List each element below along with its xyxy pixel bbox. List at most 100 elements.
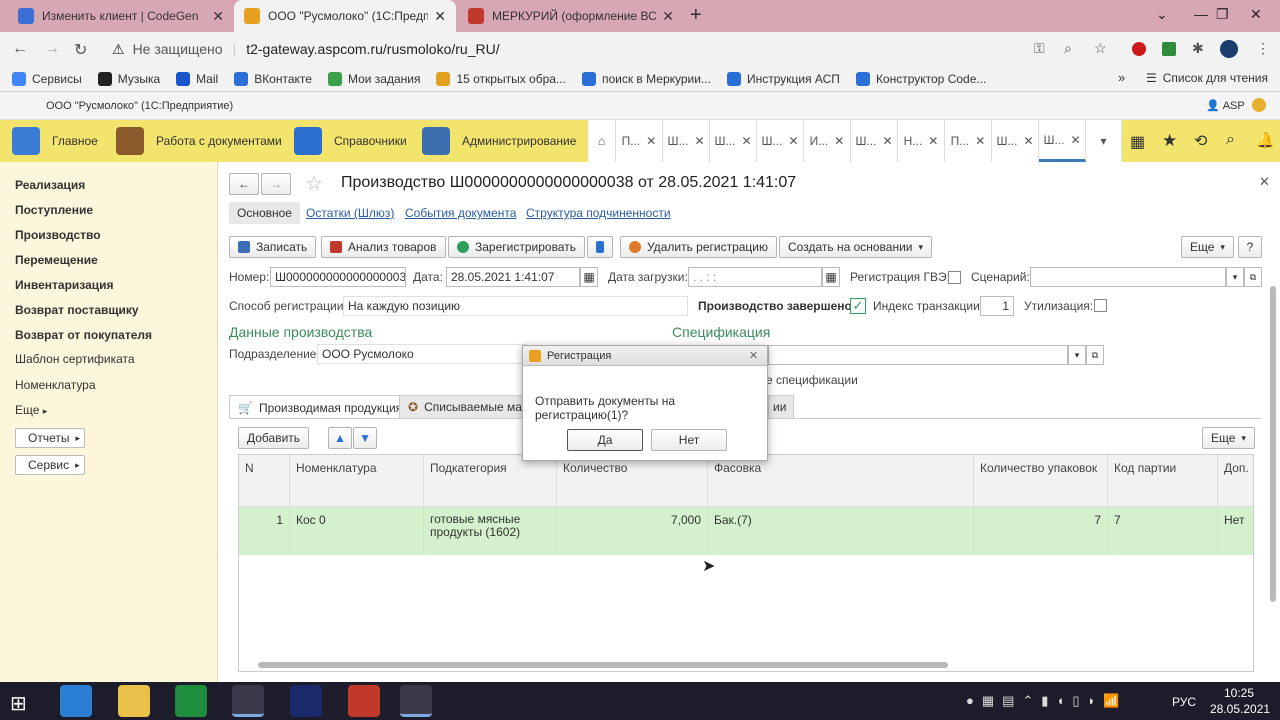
open-tab[interactable]: Ш... ✕	[663, 120, 710, 162]
browser-tab-1c[interactable]: ООО "Русмолоко" (1С:Предпри ✕	[234, 0, 456, 32]
chevron-down-icon[interactable]: ▾	[1226, 267, 1244, 287]
chrome-icon[interactable]	[232, 685, 264, 717]
table-cell-quantity[interactable]: 7,000	[557, 507, 708, 555]
tab-gateway-balances[interactable]: Остатки (Шлюз)	[306, 206, 394, 220]
close-icon[interactable]: ✕	[1070, 133, 1080, 147]
open-tab[interactable]: Ш... ✕	[851, 120, 898, 162]
open-tab[interactable]: П... ✕	[945, 120, 992, 162]
table-more-button[interactable]: Еще ▾	[1202, 427, 1255, 449]
horizontal-scrollbar[interactable]	[258, 662, 948, 668]
bookmark-vk[interactable]: ВКонтакте	[234, 71, 312, 86]
file-explorer-icon[interactable]	[118, 685, 150, 717]
dialog-close-icon[interactable]: ✕	[749, 349, 758, 362]
sidebar-item-transfer[interactable]: Перемещение	[15, 253, 98, 267]
history-forward-button[interactable]: →	[261, 173, 291, 195]
prod-done-checkbox[interactable]: ✓	[850, 298, 866, 314]
open-tab[interactable]: П... ✕	[616, 120, 663, 162]
history-back-button[interactable]: ←	[229, 173, 259, 195]
help-button[interactable]: ?	[1238, 236, 1262, 258]
close-icon[interactable]: ✕	[882, 134, 892, 148]
bookmark-mercury-search[interactable]: поиск в Меркурии...	[581, 71, 711, 86]
sidebar-item-production[interactable]: Производство	[15, 228, 101, 242]
column-header-nomenclature[interactable]: Номенклатура	[290, 455, 424, 507]
open-tab[interactable]: Ш... ✕	[757, 120, 804, 162]
obs-icon[interactable]	[400, 685, 432, 717]
avatar[interactable]	[1220, 40, 1238, 58]
gve-checkbox[interactable]	[948, 271, 961, 284]
close-icon[interactable]: ✕	[694, 134, 704, 148]
forward-icon[interactable]: →	[44, 40, 60, 58]
form-close-icon[interactable]: ✕	[1259, 174, 1270, 190]
save-button[interactable]: Записать	[229, 236, 317, 258]
bookmark-tasks[interactable]: Мои задания	[327, 71, 420, 86]
reg-method-field[interactable]: На каждую позицию	[343, 296, 688, 316]
sidebar-item-certificate-template[interactable]: Шаблон сертификата	[15, 352, 135, 366]
open-tab[interactable]: И... ✕	[804, 120, 851, 162]
maximize-icon[interactable]: ❐	[1216, 6, 1229, 23]
new-tab-icon[interactable]: +	[690, 4, 702, 27]
tab-other[interactable]: ии	[768, 395, 794, 419]
bookmark-services[interactable]: Сервисы	[12, 71, 82, 86]
print-button[interactable]	[587, 236, 613, 258]
tray-icons[interactable]: ●▦▤⌃▮◖▯◗📶	[966, 693, 1128, 709]
sidebar-item-return-customer[interactable]: Возврат от покупателя	[15, 328, 152, 342]
move-down-button[interactable]: ▼	[353, 427, 377, 449]
table-cell-n[interactable]: 1	[239, 507, 290, 555]
table-cell-nomenclature[interactable]: Кос 0	[290, 507, 424, 555]
close-icon[interactable]: ✕	[1023, 134, 1033, 148]
table-cell-subcategory[interactable]: готовые мясные продукты (1602)	[424, 507, 557, 555]
table-cell-extra[interactable]: Нет	[1218, 507, 1253, 555]
section-main[interactable]: Главное	[12, 120, 98, 162]
close-icon[interactable]: ✕	[928, 134, 938, 148]
favorite-star-icon[interactable]: ☆	[305, 171, 323, 196]
column-header-packing[interactable]: Фасовка	[708, 455, 974, 507]
tab-search-icon[interactable]: ⌄	[1156, 6, 1168, 23]
zoom-icon[interactable]: ⌕	[1064, 40, 1072, 57]
history-icon[interactable]: ⟲	[1194, 131, 1207, 151]
column-header-packs[interactable]: Количество упаковок	[974, 455, 1108, 507]
windows-start-icon[interactable]: ⊞	[10, 691, 27, 716]
reload-icon[interactable]: ↻	[74, 40, 87, 60]
sidebar-item-nomenclature[interactable]: Номенклатура	[15, 378, 96, 392]
close-icon[interactable]: ✕	[646, 134, 656, 148]
more-bookmarks-button[interactable]: »	[1118, 70, 1125, 85]
sidebar-item-receipts[interactable]: Поступление	[15, 203, 93, 217]
more-button[interactable]: Еще ▾	[1181, 236, 1234, 258]
calendar-icon[interactable]: ▦	[822, 267, 840, 287]
clock-date[interactable]: 28.05.2021	[1210, 702, 1270, 716]
bookmark-mail[interactable]: Mail	[176, 71, 218, 86]
excel-extension-icon[interactable]	[1162, 42, 1176, 56]
back-icon[interactable]: ←	[12, 40, 28, 58]
anydesk-icon[interactable]	[348, 685, 380, 717]
tab-main[interactable]: Основное	[229, 202, 300, 224]
minimize-icon[interactable]: —	[1194, 6, 1208, 22]
vertical-scrollbar[interactable]	[1270, 286, 1276, 602]
section-documents[interactable]: Работа с документами	[116, 120, 282, 162]
browser-tab-mercury[interactable]: МЕРКУРИЙ (оформление ВСД) ✕	[458, 0, 684, 32]
column-header-quantity[interactable]: Количество	[557, 455, 708, 507]
division-field[interactable]: ООО Русмолоко	[317, 344, 527, 364]
open-tab[interactable]: Н... ✕	[898, 120, 945, 162]
bookmark-star-icon[interactable]: ☆	[1094, 40, 1107, 57]
delete-registration-button[interactable]: Удалить регистрацию	[620, 236, 777, 258]
scenario-field[interactable]	[1030, 267, 1226, 287]
move-up-button[interactable]: ▲	[328, 427, 352, 449]
search-icon[interactable]: ⌕	[1226, 131, 1235, 149]
number-field[interactable]: Ш0000000000000000038	[270, 267, 406, 287]
date-field[interactable]: 28.05.2021 1:41:07	[446, 267, 580, 287]
analyze-goods-button[interactable]: Анализ товаров	[321, 236, 446, 258]
browser-tab-codegen[interactable]: Изменить клиент | CodeGen ✕	[8, 0, 234, 32]
open-icon[interactable]: ⧉	[1086, 345, 1104, 365]
home-tab[interactable]: ⌂	[588, 120, 616, 162]
close-icon[interactable]: ✕	[212, 8, 224, 25]
url-text[interactable]: t2-gateway.aspcom.ru/rusmoloko/ru_RU/	[246, 41, 499, 57]
section-catalogs[interactable]: Справочники	[294, 120, 407, 162]
extensions-icon[interactable]: ✱	[1192, 40, 1204, 57]
bookmark-asp-guide[interactable]: Инструкция АСП	[726, 71, 840, 86]
close-icon[interactable]: ✕	[975, 134, 985, 148]
sidebar-item-inventory[interactable]: Инвентаризация	[15, 278, 114, 292]
ie-icon[interactable]	[60, 685, 92, 717]
tab-written-off-materials[interactable]: ✪ Списываемые мат	[399, 395, 523, 419]
store-icon[interactable]	[175, 685, 207, 717]
table-cell-batch[interactable]: 7	[1108, 507, 1218, 555]
